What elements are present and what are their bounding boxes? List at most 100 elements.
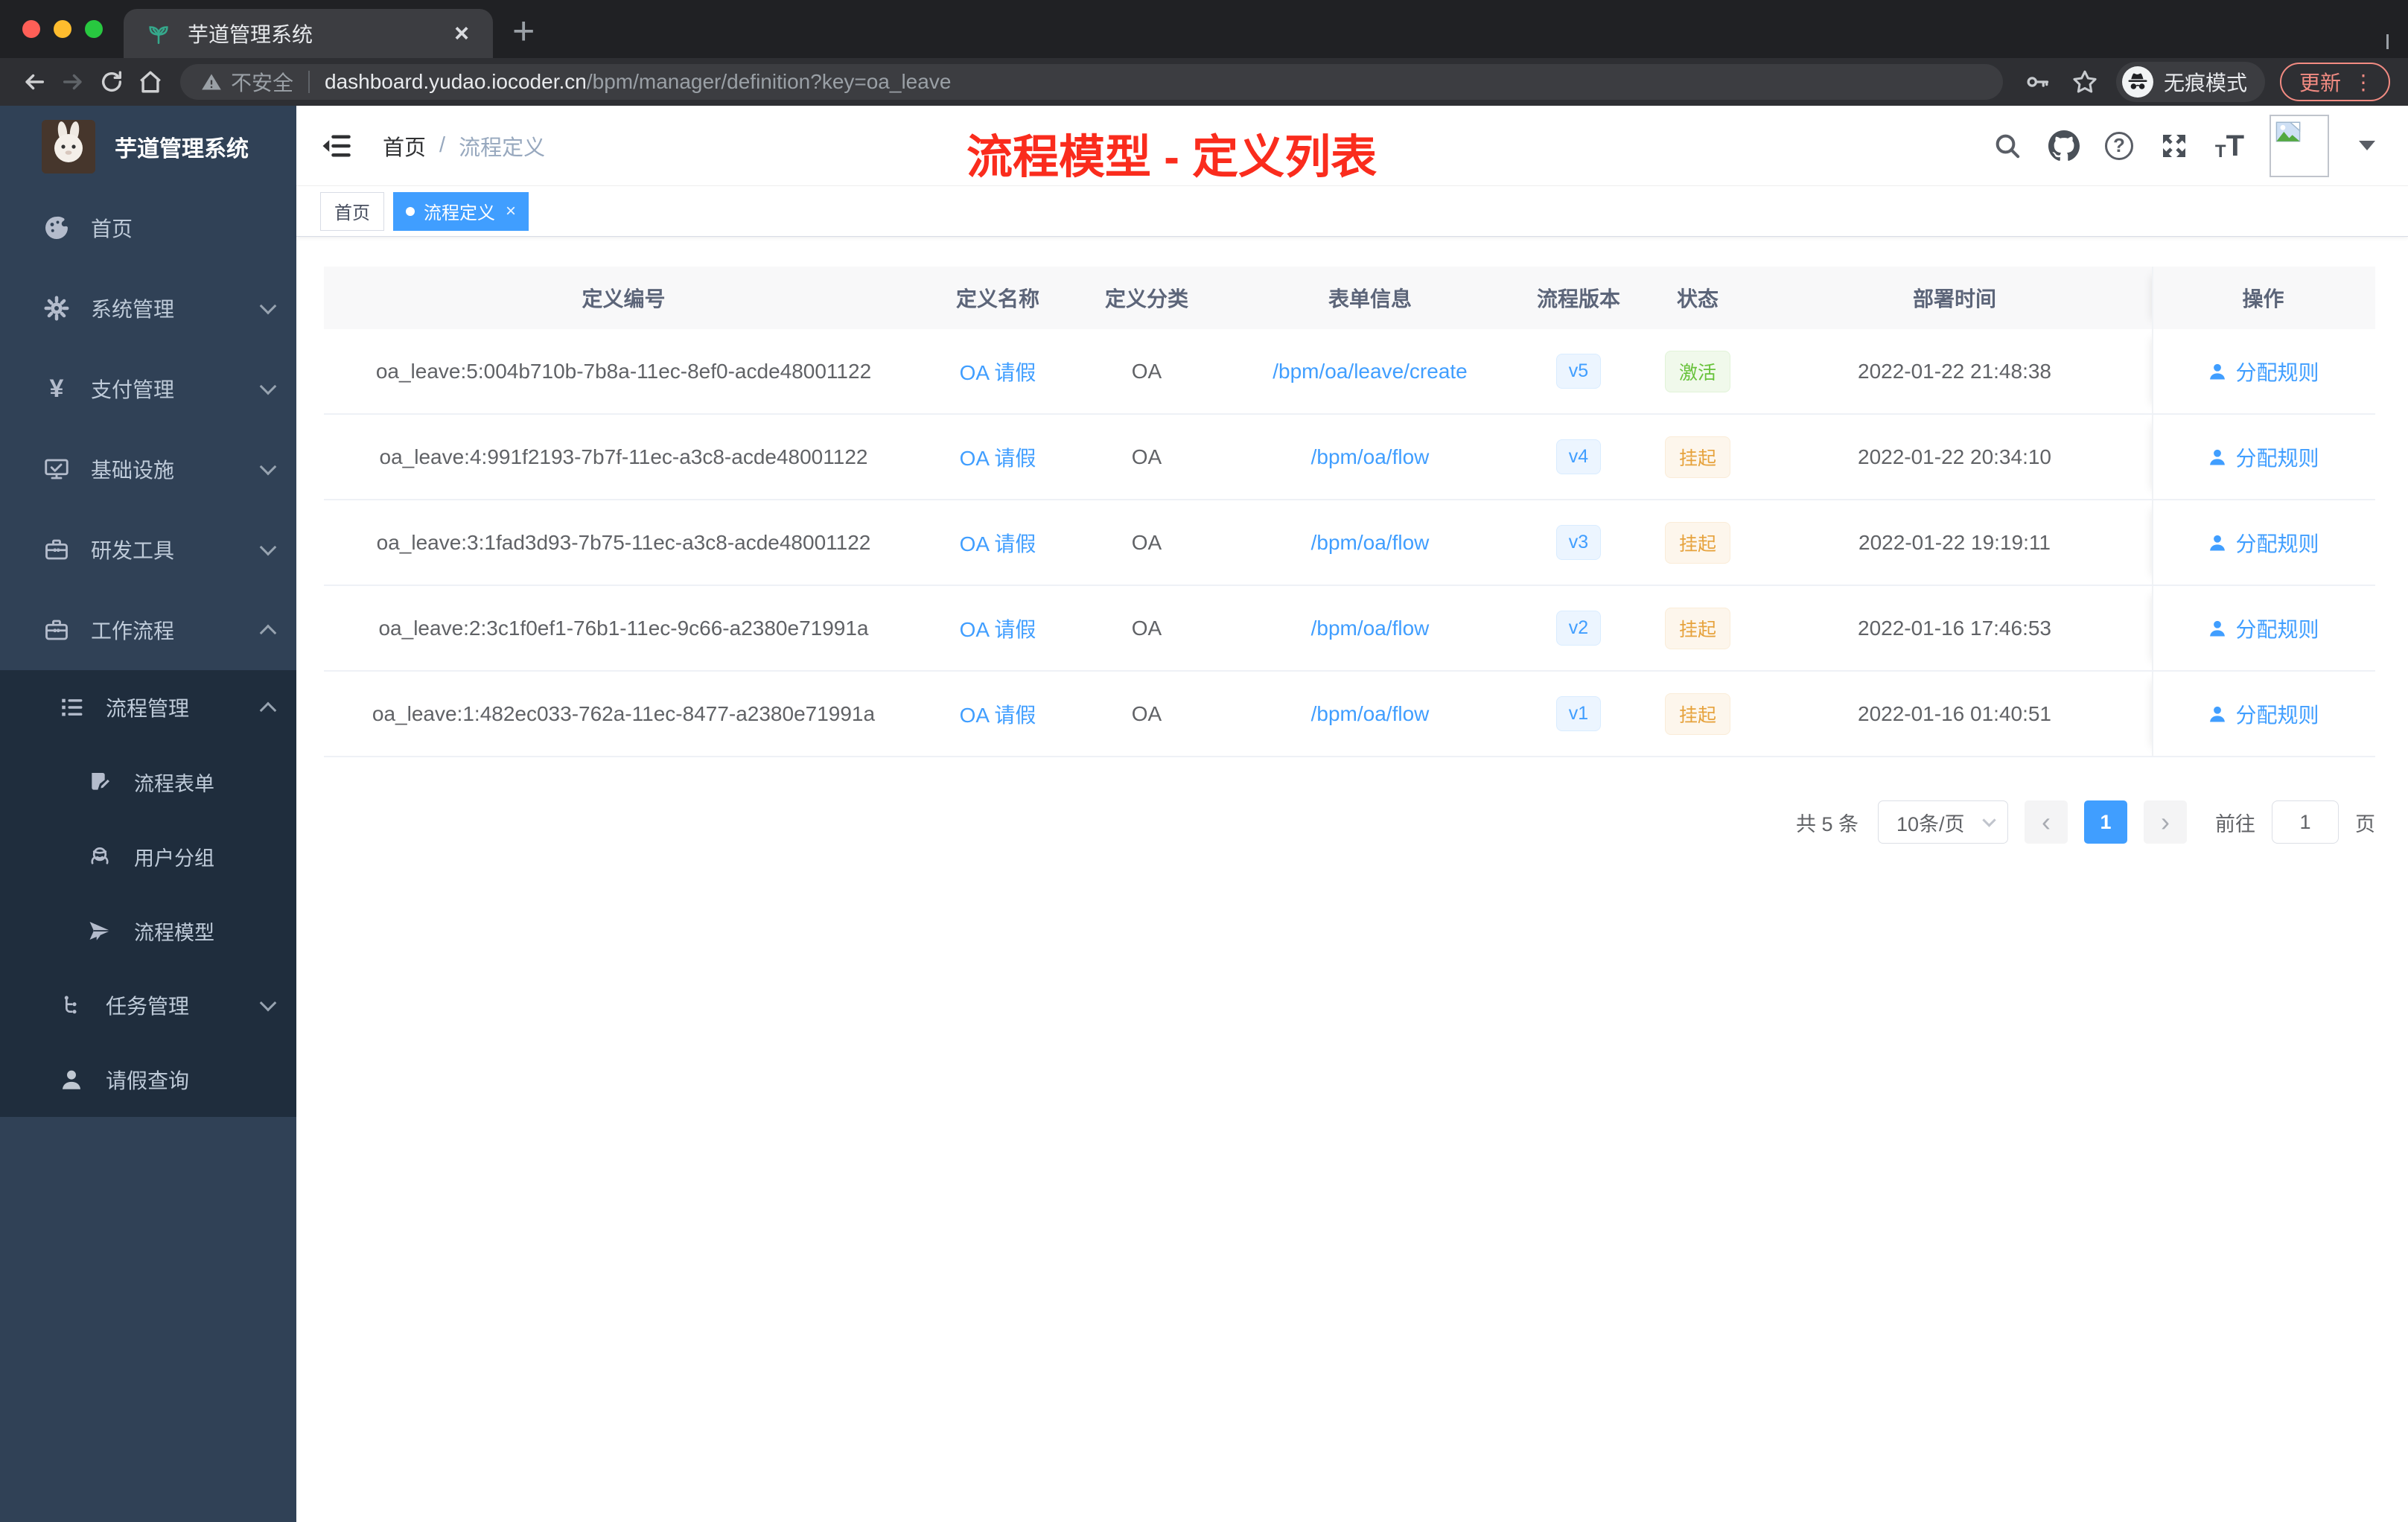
page-number-1[interactable]: 1 [2084,800,2127,844]
definition-name-link[interactable]: OA 请假 [960,528,1036,558]
next-page-button[interactable]: › [2144,800,2187,844]
sidebar-item-process-model[interactable]: 流程模型 [0,894,296,968]
table-row: oa_leave:1:482ec033-762a-11ec-8477-a2380… [324,672,2375,757]
sidebar-fold-icon[interactable] [320,130,353,162]
definition-name-link[interactable]: OA 请假 [960,357,1036,386]
annotation-overlay-text: 流程模型 - 定义列表 [966,132,1377,183]
tag-close-icon[interactable]: × [506,201,516,222]
search-icon[interactable] [1992,130,2023,162]
tab-search-icon[interactable] [2386,34,2389,49]
app-logo[interactable]: 芋道管理系统 [0,106,296,188]
avatar[interactable] [2270,114,2329,177]
security-status[interactable]: 不安全 [201,67,293,97]
sidebar-item-devtools[interactable]: 研发工具 [0,509,296,590]
tag-process-definition[interactable]: 流程定义 × [393,191,529,231]
sidebar-item-system[interactable]: 系统管理 [0,268,296,348]
sidebar: 芋道管理系统 首页 系统管理 ¥ 支付管理 基础设施 研发工具 工作流程 流程管… [0,106,296,1522]
form-info-link[interactable]: /bpm/oa/flow [1311,702,1430,726]
user-icon [2210,363,2226,379]
sidebar-item-user-group[interactable]: 用户分组 [0,819,296,894]
definition-name-link[interactable]: OA 请假 [960,614,1036,643]
sidebar-item-label: 系统管理 [91,298,175,321]
chevron-up-icon [259,624,277,642]
url-path: /bpm/manager/definition?key=oa_leave [586,70,952,93]
sidebar-menu: 首页 系统管理 ¥ 支付管理 基础设施 研发工具 工作流程 流程管理 流程表单 … [0,188,296,1117]
table-row: oa_leave:3:1fad3d93-7b75-11ec-a3c8-acde4… [324,500,2375,586]
incognito-badge[interactable]: 无痕模式 [2115,62,2265,102]
status-badge: 挂起 [1664,607,1730,649]
font-size-icon[interactable]: TT [2215,131,2244,161]
assign-rule-link[interactable]: 分配规则 [2207,357,2319,386]
version-badge: v5 [1555,354,1602,389]
definition-category: OA [1131,701,1162,725]
tab-title: 芋道管理系统 [188,23,313,46]
assign-rule-link[interactable]: 分配规则 [2207,528,2319,558]
back-icon[interactable] [18,66,51,98]
page-unit-label: 页 [2355,812,2375,835]
tag-active-dot [406,206,415,216]
fullscreen-icon[interactable] [2159,130,2190,162]
sidebar-item-workflow[interactable]: 工作流程 [0,590,296,670]
table-row: oa_leave:4:991f2193-7b7f-11ec-a3c8-acde4… [324,415,2375,500]
reload-icon[interactable] [95,66,128,98]
sidebar-item-home[interactable]: 首页 [0,188,296,268]
new-tab-button[interactable]: + [512,12,535,51]
browser-tab[interactable]: 芋道管理系统 × [124,9,493,58]
definition-name-link[interactable]: OA 请假 [960,442,1036,472]
forward-icon[interactable] [57,66,89,98]
assign-rule-link[interactable]: 分配规则 [2207,442,2319,472]
assign-rule-link[interactable]: 分配规则 [2207,699,2319,729]
chevron-down-icon [259,297,277,315]
close-window-button[interactable] [22,20,40,38]
password-key-icon[interactable] [2021,66,2054,98]
browser-menu-icon[interactable]: ⋮ [2353,70,2374,95]
definition-id: oa_leave:4:991f2193-7b7f-11ec-a3c8-acde4… [379,445,868,468]
sidebar-item-infra[interactable]: 基础设施 [0,429,296,509]
user-icon [2210,535,2226,550]
form-info-link[interactable]: /bpm/oa/flow [1311,531,1430,555]
definition-category: OA [1131,616,1162,640]
goto-page-input[interactable] [2272,800,2339,844]
help-icon[interactable]: ? [2104,131,2133,160]
form-edit-icon [86,768,113,795]
sidebar-item-task-mgmt[interactable]: 任务管理 [0,968,296,1042]
zoom-window-button[interactable] [85,20,103,38]
sidebar-item-leave-query[interactable]: 请假查询 [0,1042,296,1117]
page-size-select[interactable]: 10条/页 [1878,800,2008,844]
users-icon [86,843,113,870]
table-row: oa_leave:5:004b710b-7b8a-11ec-8ef0-acde4… [324,329,2375,415]
chrome-update-button[interactable]: 更新 ⋮ [2279,63,2390,101]
tag-home[interactable]: 首页 [320,191,384,231]
form-info-link[interactable]: /bpm/oa/flow [1311,617,1430,640]
github-icon[interactable] [2048,130,2080,162]
address-bar[interactable]: 不安全 dashboard.yudao.iocoder.cn/bpm/manag… [180,64,2003,100]
sidebar-item-payment[interactable]: ¥ 支付管理 [0,348,296,429]
form-info-link[interactable]: /bpm/oa/flow [1311,445,1430,469]
definition-name-link[interactable]: OA 请假 [960,699,1036,729]
workflow-submenu: 流程管理 流程表单 用户分组 流程模型 任务管理 请假查询 [0,670,296,1117]
sidebar-item-process-form[interactable]: 流程表单 [0,745,296,819]
breadcrumb-home[interactable]: 首页 [383,130,426,162]
definition-id: oa_leave:3:1fad3d93-7b75-11ec-a3c8-acde4… [376,530,871,554]
sidebar-item-label: 用户分组 [134,847,214,870]
page-size-value: 10条/页 [1896,812,1965,835]
site-favicon-icon [146,21,171,46]
home-icon[interactable] [134,66,167,98]
bookmark-star-icon[interactable] [2068,66,2101,98]
yen-icon: ¥ [49,374,64,403]
table-header-row: 定义编号 定义名称 定义分类 表单信息 流程版本 状态 部署时间 操作 [324,267,2375,329]
status-badge: 挂起 [1664,692,1730,735]
tag-label: 首页 [334,203,370,223]
sidebar-item-label: 基础设施 [91,459,175,482]
table-row: oa_leave:2:3c1f0ef1-76b1-11ec-9c66-a2380… [324,586,2375,672]
avatar-caret-icon[interactable] [2359,141,2375,150]
form-info-link[interactable]: /bpm/oa/leave/create [1273,360,1468,383]
chevron-down-icon [1982,812,1996,827]
minimize-window-button[interactable] [54,20,71,38]
browser-chrome: 芋道管理系统 × + 不安全 dashboard.yudao.iocoder.c… [0,0,2408,106]
assign-rule-link[interactable]: 分配规则 [2207,614,2319,643]
sidebar-item-process-mgmt[interactable]: 流程管理 [0,670,296,745]
app-title: 芋道管理系统 [115,137,249,162]
prev-page-button[interactable]: ‹ [2025,800,2068,844]
tab-close-icon[interactable]: × [448,19,475,48]
